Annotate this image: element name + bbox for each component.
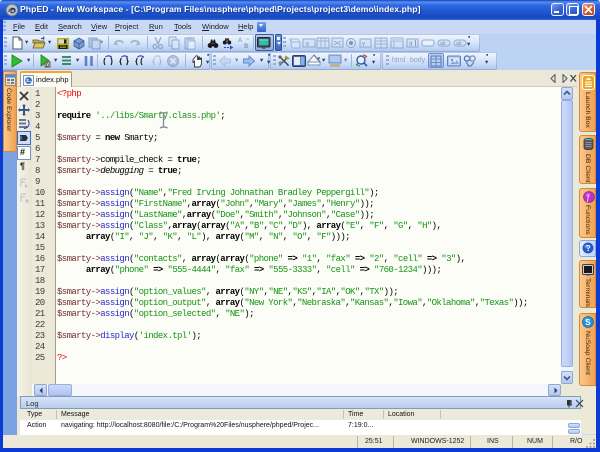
- svg-text:?: ?: [586, 244, 591, 253]
- svg-text:S: S: [585, 318, 591, 327]
- svg-text:v: v: [362, 42, 365, 48]
- svg-text:ab: ab: [456, 41, 462, 47]
- svg-text:A: A: [238, 38, 243, 44]
- svg-text:ab: ab: [440, 41, 446, 47]
- svg-text:b: b: [46, 63, 49, 69]
